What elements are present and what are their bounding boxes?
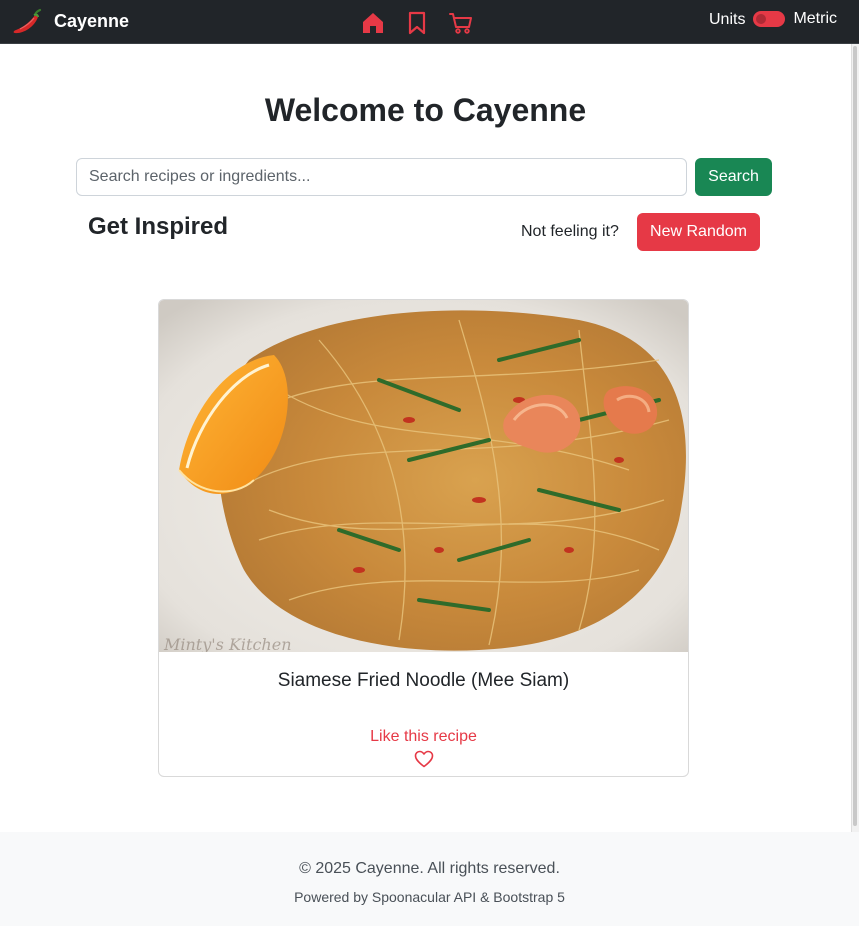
navbar: Cayenne Units Metric [0, 0, 859, 44]
inspired-heading: Get Inspired [88, 213, 229, 240]
heart-icon[interactable] [414, 750, 434, 768]
copyright-text: © 2025 Cayenne. All rights reserved. [299, 860, 560, 877]
recipe-title[interactable]: Siamese Fried Noodle (Mee Siam) [159, 670, 688, 692]
nav-icon-group [358, 8, 476, 38]
brand-name: Cayenne [54, 10, 130, 31]
home-icon[interactable] [358, 8, 388, 38]
scrollbar-thumb[interactable] [853, 46, 857, 826]
toggle-knob [756, 14, 767, 24]
units-control: Units Metric [709, 9, 837, 29]
units-toggle[interactable] [753, 11, 786, 27]
brand-link[interactable]: Cayenne [12, 6, 129, 36]
like-recipe-link[interactable]: Like this recipe [159, 728, 688, 746]
units-label: Units [708, 11, 746, 28]
recipe-card[interactable]: Minty's Kitchen Siamese Fried Noodle (Me… [158, 299, 689, 777]
not-feeling-text: Not feeling it? [521, 223, 619, 240]
chili-pepper-icon [12, 6, 44, 36]
units-value-label: Metric [793, 10, 837, 27]
new-random-button[interactable]: New Random [637, 213, 760, 251]
search-input[interactable] [76, 158, 687, 196]
footer: © 2025 Cayenne. All rights reserved. Pow… [0, 832, 859, 926]
bookmark-icon[interactable] [402, 8, 432, 38]
recipe-image[interactable]: Minty's Kitchen [159, 300, 688, 652]
powered-by-text: Powered by Spoonacular API & Bootstrap 5 [294, 889, 565, 905]
page-title: Welcome to Cayenne [264, 92, 587, 128]
image-watermark: Minty's Kitchen [163, 635, 292, 652]
search-button[interactable]: Search [695, 158, 772, 196]
cart-icon[interactable] [446, 8, 476, 38]
